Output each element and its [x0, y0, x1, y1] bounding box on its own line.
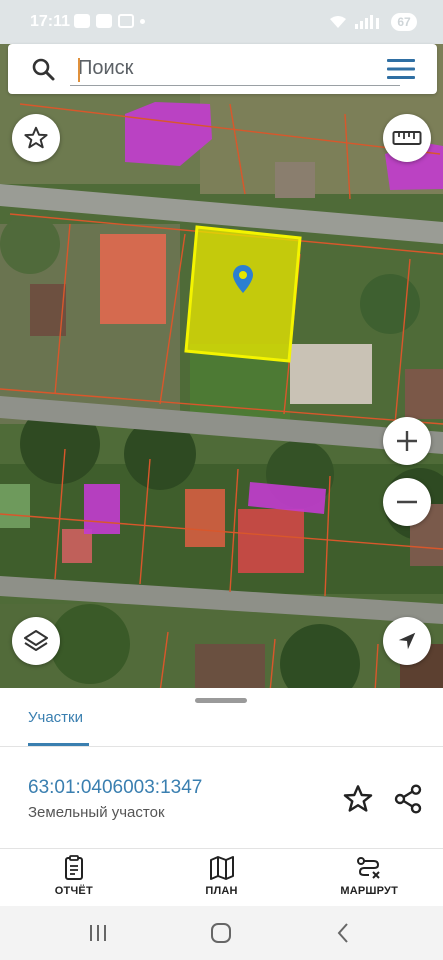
- route-button[interactable]: МАРШРУТ: [295, 849, 443, 906]
- plan-label: ПЛАН: [205, 885, 238, 897]
- navigation-arrow-icon: [398, 632, 416, 650]
- ruler-button[interactable]: [383, 114, 431, 162]
- messenger-icon: [96, 14, 112, 28]
- layers-button[interactable]: [12, 617, 60, 665]
- system-navigation-bar: [0, 906, 443, 960]
- signal-icon: [355, 15, 379, 29]
- my-location-button[interactable]: [383, 617, 431, 665]
- search-input[interactable]: [70, 52, 400, 86]
- map-imagery: [0, 44, 443, 692]
- vk-icon: [118, 14, 134, 28]
- layers-icon: [24, 630, 48, 651]
- notification-icon: [74, 14, 90, 28]
- object-type: Земельный участок: [28, 804, 165, 821]
- zoom-in-button[interactable]: [383, 417, 431, 465]
- route-icon: [357, 857, 380, 879]
- status-bar: 17:11 67: [0, 0, 443, 44]
- text-cursor: [78, 58, 80, 82]
- plus-icon: [397, 431, 417, 451]
- minus-icon: [397, 500, 417, 504]
- recent-apps-icon[interactable]: [84, 920, 112, 946]
- back-icon[interactable]: [330, 920, 358, 946]
- ruler-icon: [392, 131, 422, 145]
- drag-handle[interactable]: [195, 698, 247, 703]
- cadastral-number[interactable]: 63:01:0406003:1347: [28, 777, 202, 799]
- parcel-info-panel: Участки 63:01:0406003:1347 Земельный уча…: [0, 688, 443, 906]
- search-icon[interactable]: [30, 56, 56, 82]
- notification-icons: [74, 14, 145, 28]
- battery-icon: 67: [391, 13, 417, 31]
- share-icon[interactable]: [392, 783, 424, 815]
- divider: [0, 746, 443, 747]
- report-button[interactable]: ОТЧЁТ: [0, 849, 148, 906]
- map-plan-icon: [209, 856, 234, 880]
- plan-button[interactable]: ПЛАН: [148, 849, 296, 906]
- status-time: 17:11: [30, 13, 71, 30]
- hamburger-menu-icon[interactable]: [387, 58, 417, 80]
- favorite-star-icon[interactable]: [342, 783, 374, 815]
- dot-icon: [140, 19, 145, 24]
- route-label: МАРШРУТ: [340, 885, 398, 897]
- search-bar[interactable]: [8, 44, 437, 94]
- wifi-icon: [330, 16, 346, 28]
- star-icon: [24, 126, 48, 149]
- home-icon[interactable]: [207, 920, 235, 946]
- report-clipboard-icon: [64, 855, 83, 880]
- zoom-out-button[interactable]: [383, 478, 431, 526]
- report-label: ОТЧЁТ: [54, 885, 93, 897]
- favorites-button[interactable]: [12, 114, 60, 162]
- satellite-map[interactable]: [0, 44, 443, 692]
- selected-parcel[interactable]: [184, 225, 302, 363]
- bottom-navigation: ОТЧЁТ ПЛАН МАРШРУТ: [0, 849, 443, 906]
- tab-parcels[interactable]: Участки: [28, 709, 83, 726]
